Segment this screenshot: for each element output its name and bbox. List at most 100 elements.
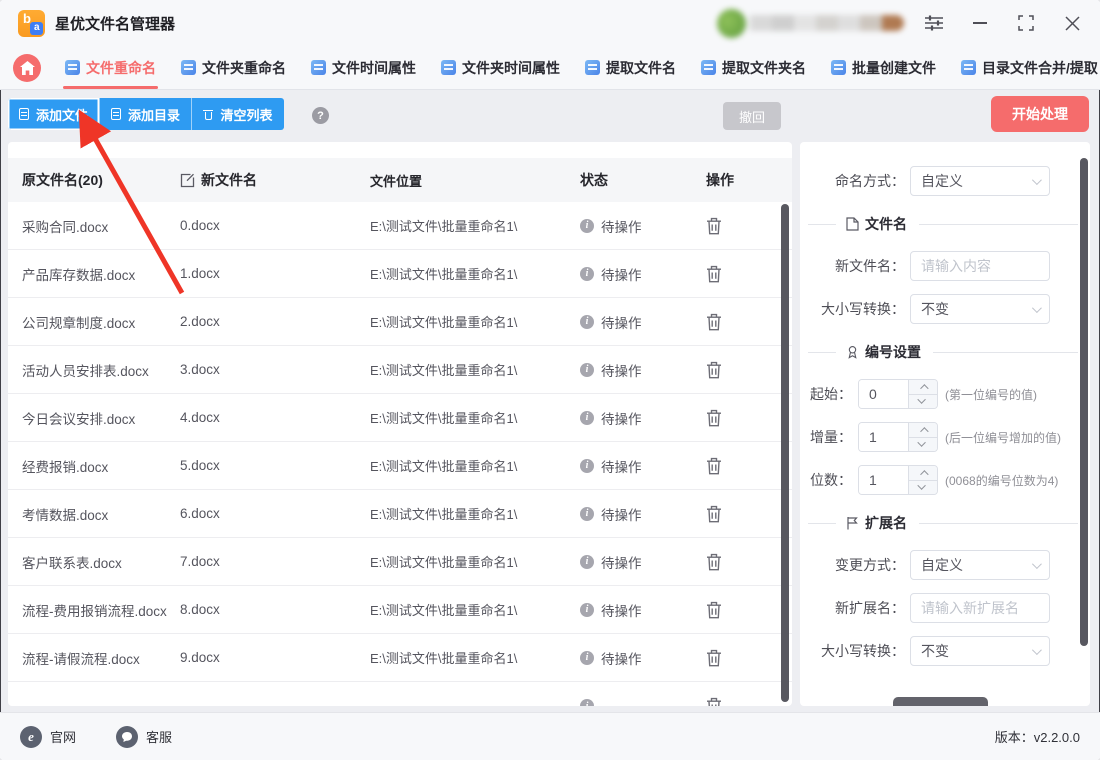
- help-button[interactable]: [312, 107, 329, 124]
- add-directory-button[interactable]: 添加目录: [100, 98, 192, 130]
- website-link[interactable]: 官网: [20, 725, 76, 748]
- new-extension-label: 新扩展名：: [835, 600, 905, 616]
- footer-bar: 官网 客服 版本：v2.2.0.0: [0, 712, 1100, 760]
- spin-down-button[interactable]: [909, 436, 937, 451]
- case-convert-select[interactable]: 不变: [910, 294, 1050, 324]
- tab-item[interactable]: 提取文件夹名: [701, 58, 806, 78]
- delete-row-button[interactable]: [706, 409, 722, 427]
- header-new-name: 新文件名: [180, 170, 370, 190]
- spin-up-button[interactable]: [909, 423, 937, 437]
- status-text: 待操作: [601, 219, 642, 235]
- file-location: E:\测试文件\批量重命名1\: [370, 651, 518, 666]
- status-text: 待操作: [601, 315, 642, 331]
- tab-item[interactable]: 文件夹重命名: [181, 58, 286, 78]
- status-cell: 待操作: [580, 264, 696, 284]
- minimize-button[interactable]: [970, 13, 990, 33]
- delete-row-button[interactable]: [706, 505, 722, 523]
- sidebar-scrollbar[interactable]: [1080, 158, 1088, 646]
- status-cell: 待操作: [580, 504, 696, 524]
- browser-icon: [20, 725, 42, 748]
- original-filename: 公司规章制度.docx: [22, 315, 136, 331]
- ext-mode-select[interactable]: 自定义: [910, 550, 1050, 580]
- table-header: 原文件名(20) 新文件名 文件位置 状态 操作: [8, 158, 792, 202]
- delete-row-button[interactable]: [706, 313, 722, 331]
- increment-input[interactable]: [859, 423, 908, 451]
- increment-hint: (后一位编号增加的值): [945, 430, 1061, 445]
- clear-list-button[interactable]: 清空列表: [192, 98, 284, 130]
- tab-item[interactable]: 文件重命名: [63, 58, 158, 89]
- digits-input[interactable]: [859, 466, 908, 494]
- digits-hint: (0068的编号位数为4): [945, 473, 1059, 488]
- toolbar: 添加文件 添加目录 清空列表 撤回 开始处理: [0, 96, 1100, 136]
- new-filename-input[interactable]: [910, 251, 1050, 281]
- close-button[interactable]: [1062, 13, 1082, 33]
- trash-icon: [707, 505, 721, 522]
- tab-icon: [831, 60, 846, 75]
- start-number-hint: (第一位编号的值): [945, 387, 1037, 402]
- info-icon: [580, 314, 594, 329]
- delete-row-button[interactable]: [706, 601, 722, 619]
- tab-item[interactable]: 目录文件合并/提取: [961, 58, 1098, 78]
- filename-section-title: 文件名: [865, 216, 907, 232]
- header-status: 状态: [580, 172, 608, 188]
- trash-icon: [707, 553, 721, 570]
- trash-icon: [203, 108, 214, 120]
- tab-item[interactable]: 批量创建文件: [831, 58, 936, 78]
- support-link[interactable]: 客服: [116, 725, 172, 748]
- tab-item[interactable]: 提取文件名: [585, 58, 676, 78]
- settings-sliders-icon[interactable]: [924, 13, 944, 33]
- tab-label: 批量创建文件: [852, 59, 936, 76]
- header-actions: 操作: [706, 172, 734, 188]
- start-processing-button[interactable]: 开始处理: [991, 96, 1089, 132]
- spin-up-button[interactable]: [909, 380, 937, 394]
- user-account[interactable]: [717, 8, 904, 38]
- maximize-button[interactable]: [1016, 13, 1036, 33]
- original-filename: 产品库存数据.docx: [22, 267, 136, 283]
- original-filename: 今日会议安排.docx: [22, 411, 136, 427]
- status-cell: 待操作: [580, 600, 696, 620]
- increment-spinner: [858, 422, 938, 452]
- tab-list: 文件重命名 文件夹重命名 文件时间属性 文件夹时间属性 提取文件名 提取文件夹名…: [63, 58, 1098, 89]
- table-scrollbar[interactable]: [781, 204, 789, 702]
- ext-case-select[interactable]: 不变: [910, 636, 1050, 666]
- delete-row-button[interactable]: [706, 361, 722, 379]
- document-icon: [846, 217, 859, 231]
- tab-icon: [65, 60, 80, 75]
- spin-up-button[interactable]: [909, 466, 937, 480]
- trash-icon: [707, 601, 721, 618]
- spin-down-button[interactable]: [909, 479, 937, 494]
- tab-item[interactable]: 文件夹时间属性: [441, 58, 560, 78]
- app-logo-icon: [18, 9, 45, 37]
- naming-mode-select[interactable]: 自定义: [910, 166, 1050, 196]
- delete-row-button[interactable]: [706, 553, 722, 571]
- tab-icon: [961, 60, 976, 75]
- info-icon: [580, 554, 594, 569]
- window-controls: [924, 13, 1082, 33]
- rename-settings-panel: 命名方式： 自定义 文件名 新文件名： 大小写转换： 不变: [800, 142, 1090, 706]
- spin-down-button[interactable]: [909, 393, 937, 408]
- new-extension-input[interactable]: [910, 593, 1050, 623]
- delete-row-button[interactable]: [706, 649, 722, 667]
- tab-label: 目录文件合并/提取: [982, 59, 1098, 76]
- new-filename: 5.docx: [180, 458, 220, 473]
- tab-item[interactable]: 文件时间属性: [311, 58, 416, 78]
- home-button[interactable]: [13, 53, 41, 82]
- extension-section-title: 扩展名: [865, 515, 907, 531]
- delete-row-button[interactable]: [706, 217, 722, 235]
- edit-icon: [180, 173, 195, 187]
- delete-row-button[interactable]: [706, 265, 722, 283]
- file-location: E:\测试文件\批量重命名1\: [370, 411, 518, 426]
- original-filename: 考情数据.docx: [22, 507, 109, 523]
- clipped-button: [893, 697, 988, 706]
- undo-button[interactable]: 撤回: [723, 102, 781, 130]
- original-filename: 客户联系表.docx: [22, 555, 122, 571]
- status-text: 待操作: [601, 267, 642, 283]
- file-location: E:\测试文件\批量重命名1\: [370, 219, 518, 234]
- add-file-button[interactable]: 添加文件: [8, 98, 100, 130]
- info-icon: [580, 362, 594, 377]
- start-number-spinner: [858, 379, 938, 409]
- file-table: 原文件名(20) 新文件名 文件位置 状态 操作 采购合同.docx 0.doc…: [8, 142, 792, 706]
- delete-row-button[interactable]: [706, 697, 722, 706]
- delete-row-button[interactable]: [706, 457, 722, 475]
- start-number-input[interactable]: [859, 380, 908, 408]
